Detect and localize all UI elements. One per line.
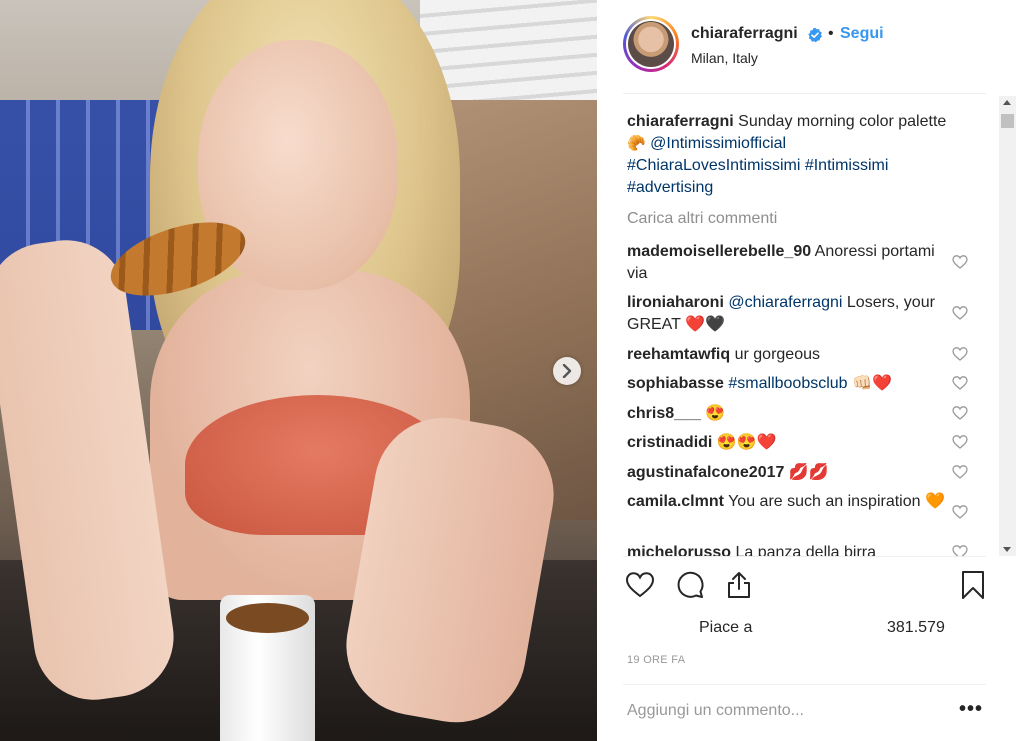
comment-mention-link[interactable]: @chiaraferragni: [728, 294, 842, 311]
comment-item: cristinadidi 😍😍❤️: [627, 432, 947, 454]
comment-body: ur gorgeous: [734, 346, 820, 363]
post-username[interactable]: chiaraferragni: [691, 25, 798, 43]
comment-body: 😍: [705, 405, 726, 422]
comment-username[interactable]: mademoisellerebelle_90: [627, 243, 811, 260]
post-actions: Piace a 381.579 19 ORE FA •••: [597, 556, 1016, 741]
comment-username[interactable]: chris8___: [627, 405, 701, 422]
chevron-right-icon: [562, 364, 572, 378]
load-more-comments-button[interactable]: Carica altri commenti: [627, 210, 777, 228]
share-icon[interactable]: [723, 569, 755, 601]
comment-username[interactable]: cristinadidi: [627, 434, 712, 451]
comment-like-heart-icon[interactable]: [952, 254, 968, 270]
caption-text: Sunday morning color palette: [738, 113, 947, 130]
follow-button[interactable]: Segui: [840, 25, 884, 43]
comment-hashtag-link[interactable]: #smallboobsclub: [728, 375, 847, 392]
comment-item: camila.clmnt You are such an inspiration…: [627, 491, 947, 513]
scroll-down-arrow-icon[interactable]: [1003, 547, 1011, 552]
verified-badge-icon: [808, 27, 822, 43]
comment-body: 💋💋: [788, 464, 829, 481]
more-options-button[interactable]: •••: [959, 699, 983, 719]
comment-username[interactable]: lironiaharoni: [627, 294, 724, 311]
post-side-panel: chiaraferragni • Segui Milan, Italy chia…: [597, 0, 1016, 741]
comment-body: You are such an inspiration 🧡: [728, 493, 945, 510]
add-comment-divider: [623, 684, 986, 685]
post-location[interactable]: Milan, Italy: [691, 50, 758, 66]
bookmark-icon[interactable]: [957, 569, 989, 601]
post-photo[interactable]: [0, 0, 597, 741]
comment-username[interactable]: camila.clmnt: [627, 493, 724, 510]
caption-hashtags[interactable]: #ChiaraLovesIntimissimi #Intimissimi #ad…: [627, 157, 888, 196]
comment-item: chris8___ 😍: [627, 403, 947, 425]
comment-like-heart-icon[interactable]: [952, 464, 968, 480]
caption-mention-link[interactable]: @Intimissimiofficial: [650, 135, 786, 152]
comment-item: agustinafalcone2017 💋💋: [627, 462, 947, 484]
scroll-up-arrow-icon[interactable]: [1003, 100, 1011, 105]
comment-like-heart-icon[interactable]: [952, 305, 968, 321]
likes-label[interactable]: Piace a: [699, 619, 752, 637]
comment-body: La panza della birra: [735, 544, 877, 556]
comment-username[interactable]: agustinafalcone2017: [627, 464, 784, 481]
comment-item: mademoisellerebelle_90 Anoressi portami …: [627, 241, 947, 285]
comments-scrollbar[interactable]: [999, 96, 1016, 556]
comment-like-heart-icon[interactable]: [952, 375, 968, 391]
header-divider: [623, 93, 986, 94]
comment-username[interactable]: reehamtawfiq: [627, 346, 730, 363]
actions-divider: [623, 556, 986, 557]
coffee-mug: [220, 595, 315, 741]
comment-username[interactable]: michelorusso: [627, 544, 731, 556]
post-header: chiaraferragni • Segui Milan, Italy: [597, 0, 1016, 94]
comment-like-heart-icon[interactable]: [952, 434, 968, 450]
heart-icon[interactable]: [624, 569, 656, 601]
comment-item: reehamtawfiq ur gorgeous: [627, 344, 947, 366]
comment-body: 👊🏻❤️: [852, 375, 892, 392]
comment-item: sophiabasse #smallboobsclub 👊🏻❤️: [627, 373, 947, 395]
carousel-next-button[interactable]: [553, 357, 581, 385]
avatar[interactable]: [623, 16, 679, 72]
comment-item: lironiaharoni @chiaraferragni Losers, yo…: [627, 292, 947, 336]
comment-like-heart-icon[interactable]: [952, 346, 968, 362]
avatar-image: [628, 21, 674, 67]
post-timestamp[interactable]: 19 ORE FA: [627, 654, 685, 666]
likes-count[interactable]: 381.579: [887, 619, 945, 637]
comment-item: michelorusso La panza della birra: [627, 542, 947, 556]
comment-body: 😍😍❤️: [716, 434, 777, 451]
add-comment-input[interactable]: [627, 698, 927, 724]
caption-username[interactable]: chiaraferragni: [627, 113, 734, 130]
comment-like-heart-icon[interactable]: [952, 504, 968, 520]
comment-username[interactable]: sophiabasse: [627, 375, 724, 392]
follow-separator: •: [828, 25, 834, 42]
comment-like-heart-icon[interactable]: [952, 405, 968, 421]
comment-bubble-icon[interactable]: [674, 569, 706, 601]
comment-like-heart-icon[interactable]: [952, 544, 968, 556]
caption: chiaraferragni Sunday morning color pale…: [627, 111, 947, 199]
caption-emoji: 🥐: [627, 135, 646, 152]
comments-list[interactable]: chiaraferragni Sunday morning color pale…: [597, 96, 999, 556]
scrollbar-thumb[interactable]: [1001, 114, 1014, 128]
